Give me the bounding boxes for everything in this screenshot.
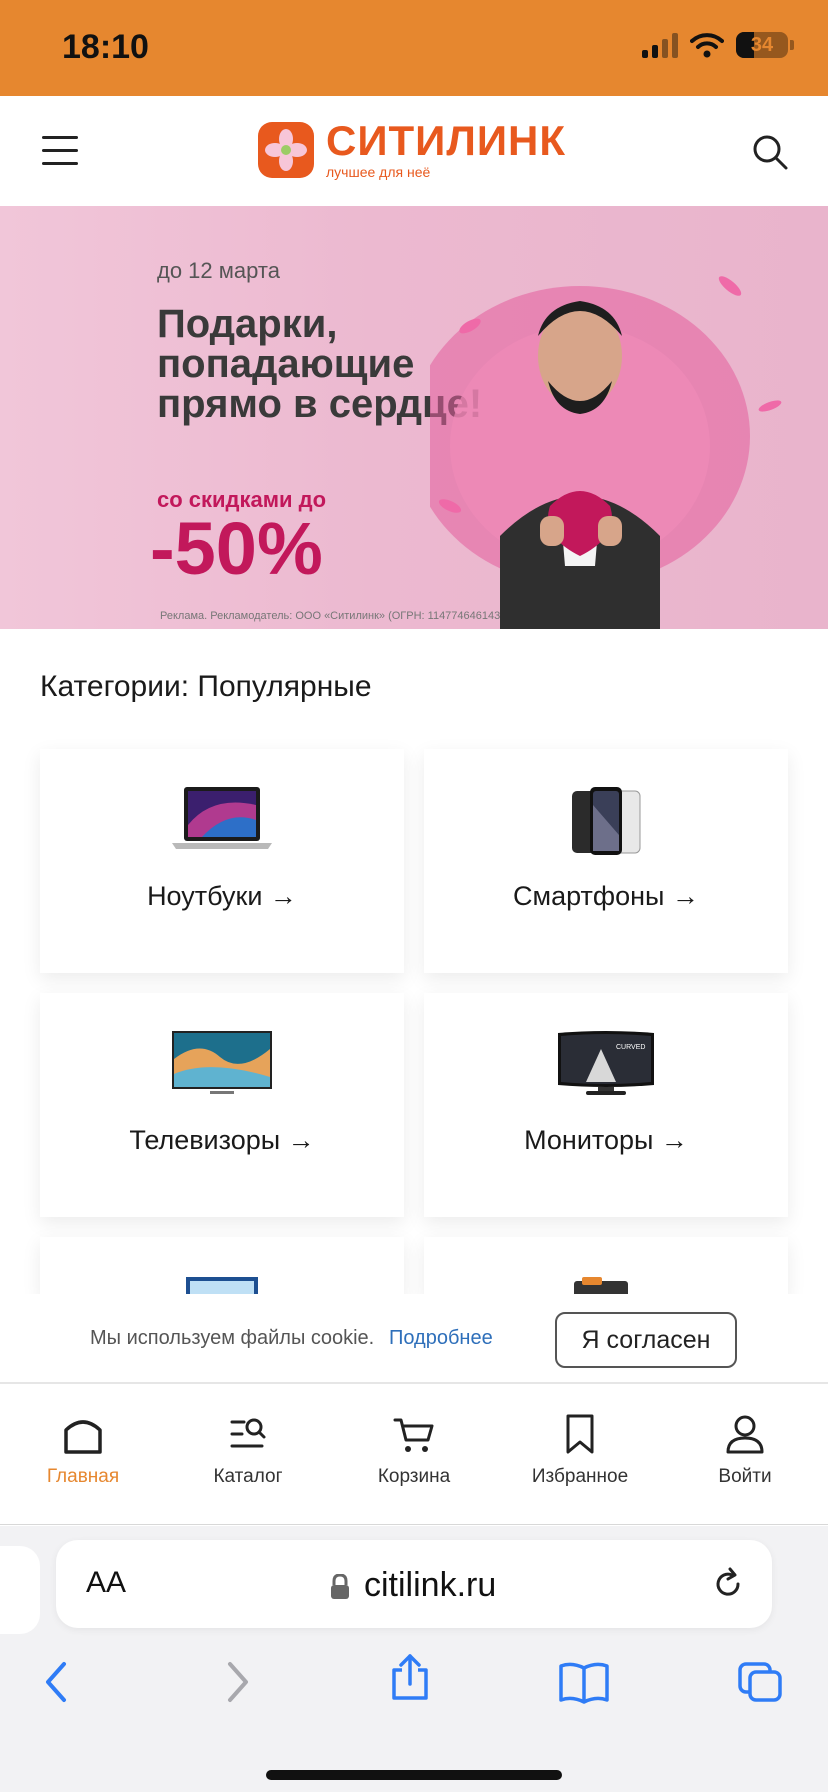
status-icons: 34	[642, 32, 794, 58]
category-card-laptops[interactable]: Ноутбуки →	[40, 749, 404, 973]
reload-icon[interactable]	[710, 1566, 746, 1602]
search-icon[interactable]	[750, 132, 790, 172]
tab-catalog[interactable]: Каталог	[165, 1412, 331, 1488]
cart-icon	[393, 1418, 434, 1452]
tv-image	[172, 1031, 272, 1094]
battery-level: 34	[750, 33, 774, 56]
promo-banner[interactable]: до 12 марта Подарки, попадающие прямо в …	[0, 206, 828, 629]
battery-icon: 34	[736, 32, 788, 58]
laptop-image	[172, 787, 272, 849]
bookmark-icon	[566, 1414, 594, 1454]
forward-icon[interactable]	[222, 1660, 252, 1704]
bookmarks-icon[interactable]	[558, 1660, 610, 1704]
reader-options-button[interactable]: AA	[86, 1566, 126, 1600]
tab-label: Корзина	[377, 1466, 451, 1487]
logo-tagline: лучшее для неё	[326, 164, 431, 180]
tab-cart[interactable]: Корзина	[331, 1412, 497, 1488]
category-card-partial[interactable]	[40, 1237, 404, 1297]
browser-chrome: AA citilink.ru	[0, 1526, 828, 1792]
smartphones-image	[572, 787, 641, 855]
citilink-logo[interactable]: СИТИЛИНК лучшее для неё	[258, 120, 566, 180]
category-card-tvs[interactable]: Телевизоры →	[40, 993, 404, 1217]
tab-home[interactable]: Главная	[0, 1412, 166, 1488]
promo-date: до 12 марта	[157, 258, 280, 283]
site-header: СИТИЛИНК лучшее для неё	[0, 96, 828, 207]
previous-tab-peek[interactable]	[0, 1546, 40, 1634]
wifi-icon	[690, 33, 724, 58]
promo-person-with-flower-image	[430, 276, 782, 629]
bottom-tab-bar: Главная Каталог Корзина Избранное Войти	[0, 1384, 828, 1525]
category-label: Ноутбуки →	[147, 881, 297, 911]
catalog-icon	[230, 1418, 266, 1448]
category-card-partial[interactable]	[424, 1237, 788, 1297]
svg-text:CURVED: CURVED	[616, 1044, 645, 1051]
category-card-smartphones[interactable]: Смартфоны →	[424, 749, 788, 973]
back-icon[interactable]	[42, 1660, 72, 1704]
address-bar[interactable]: AA citilink.ru	[56, 1540, 772, 1628]
tab-favorites[interactable]: Избранное	[497, 1412, 663, 1488]
tab-label: Избранное	[531, 1466, 629, 1487]
user-icon	[726, 1415, 764, 1454]
promo-discount-value: -50%	[150, 507, 323, 590]
category-label: Смартфоны →	[513, 881, 699, 911]
status-bar: 18:10 34	[0, 0, 828, 96]
cookie-more-link[interactable]: Подробнее	[389, 1327, 493, 1350]
category-label: Телевизоры →	[129, 1125, 315, 1155]
share-icon[interactable]	[388, 1652, 432, 1702]
status-time: 18:10	[62, 28, 149, 66]
home-icon	[64, 1420, 102, 1454]
lock-icon	[331, 1574, 349, 1599]
monitor-image: CURVED	[558, 1031, 654, 1095]
category-label: Мониторы →	[524, 1125, 688, 1155]
tab-label: Войти	[718, 1466, 772, 1487]
logo-name: СИТИЛИНК	[326, 117, 566, 164]
cookie-text: Мы используем файлы cookie.	[90, 1327, 375, 1349]
cookie-accept-button[interactable]: Я согласен	[555, 1312, 737, 1368]
flower-logo-icon	[258, 122, 314, 178]
tab-login[interactable]: Войти	[662, 1412, 828, 1488]
tab-label: Каталог	[213, 1466, 283, 1487]
cellular-signal-icon	[642, 32, 678, 58]
hamburger-menu-icon[interactable]	[42, 136, 78, 166]
home-indicator	[266, 1770, 562, 1780]
url-text: citilink.ru	[364, 1566, 497, 1604]
cookie-consent-bar: Мы используем файлы cookie. Подробнее Я …	[0, 1294, 828, 1384]
tab-label: Главная	[46, 1466, 120, 1487]
categories-title: Категории: Популярные	[40, 670, 372, 703]
tabs-icon[interactable]	[736, 1660, 784, 1704]
category-card-monitors[interactable]: CURVED Мониторы →	[424, 993, 788, 1217]
